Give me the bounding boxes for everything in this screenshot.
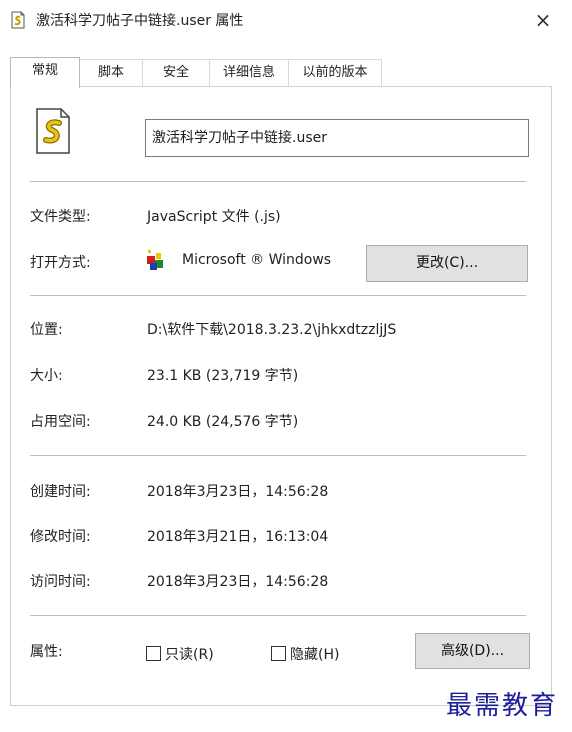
script-file-large-icon	[36, 108, 70, 154]
created-label: 创建时间:	[30, 484, 91, 500]
tab-strip: 常规 脚本 安全 详细信息 以前的版本	[10, 57, 560, 88]
tab-previous-versions[interactable]: 以前的版本	[288, 59, 382, 86]
accessed-label: 访问时间:	[30, 574, 91, 590]
readonly-label: 只读(R)	[165, 647, 214, 663]
properties-dialog: 激活科学刀帖子中链接.user 属性 × 常规 脚本 安全 详细信息 以前的版本…	[0, 0, 572, 732]
modified-value: 2018年3月21日，16:13:04	[147, 529, 329, 545]
close-button[interactable]: ×	[528, 6, 558, 34]
modified-label: 修改时间:	[30, 529, 91, 545]
hidden-label: 隐藏(H)	[290, 647, 340, 663]
file-type-label: 文件类型:	[30, 209, 91, 225]
tab-general[interactable]: 常规	[10, 57, 80, 88]
watermark-text: 最需教育	[446, 691, 559, 721]
separator	[30, 181, 526, 182]
size-value: 23.1 KB (23,719 字节)	[147, 368, 299, 384]
size-label: 大小:	[30, 368, 63, 384]
separator	[30, 455, 526, 456]
open-with-value: Microsoft ® Windows	[182, 252, 332, 268]
separator	[30, 615, 526, 616]
hidden-checkbox[interactable]: 隐藏(H)	[271, 644, 339, 664]
script-file-icon	[11, 11, 25, 29]
size-on-disk-value: 24.0 KB (24,576 字节)	[147, 414, 299, 430]
tab-security[interactable]: 安全	[142, 59, 210, 86]
checkbox-box[interactable]	[271, 646, 286, 661]
size-on-disk-label: 占用空间:	[30, 414, 91, 430]
readonly-checkbox[interactable]: 只读(R)	[146, 644, 214, 664]
file-type-value: JavaScript 文件 (.js)	[147, 209, 281, 225]
location-label: 位置:	[30, 322, 63, 338]
location-value: D:\软件下载\2018.3.23.2\jhkxdtzzljJS	[147, 322, 397, 338]
close-icon: ×	[534, 8, 552, 32]
open-with-label: 打开方式:	[30, 255, 91, 271]
general-tab-panel	[10, 86, 552, 706]
file-name-input[interactable]: 激活科学刀帖子中链接.user	[145, 119, 529, 157]
window-title: 激活科学刀帖子中链接.user 属性	[36, 13, 244, 29]
checkbox-box[interactable]	[146, 646, 161, 661]
change-button[interactable]: 更改(C)...	[366, 245, 528, 282]
tab-script[interactable]: 脚本	[79, 59, 143, 86]
windows-script-host-icon	[147, 250, 163, 270]
attributes-label: 属性:	[30, 644, 63, 660]
advanced-button[interactable]: 高级(D)...	[415, 633, 530, 669]
created-value: 2018年3月23日，14:56:28	[147, 484, 329, 500]
tab-details[interactable]: 详细信息	[209, 59, 289, 86]
separator	[30, 295, 526, 296]
accessed-value: 2018年3月23日，14:56:28	[147, 574, 329, 590]
title-bar: 激活科学刀帖子中链接.user 属性 ×	[0, 0, 572, 40]
